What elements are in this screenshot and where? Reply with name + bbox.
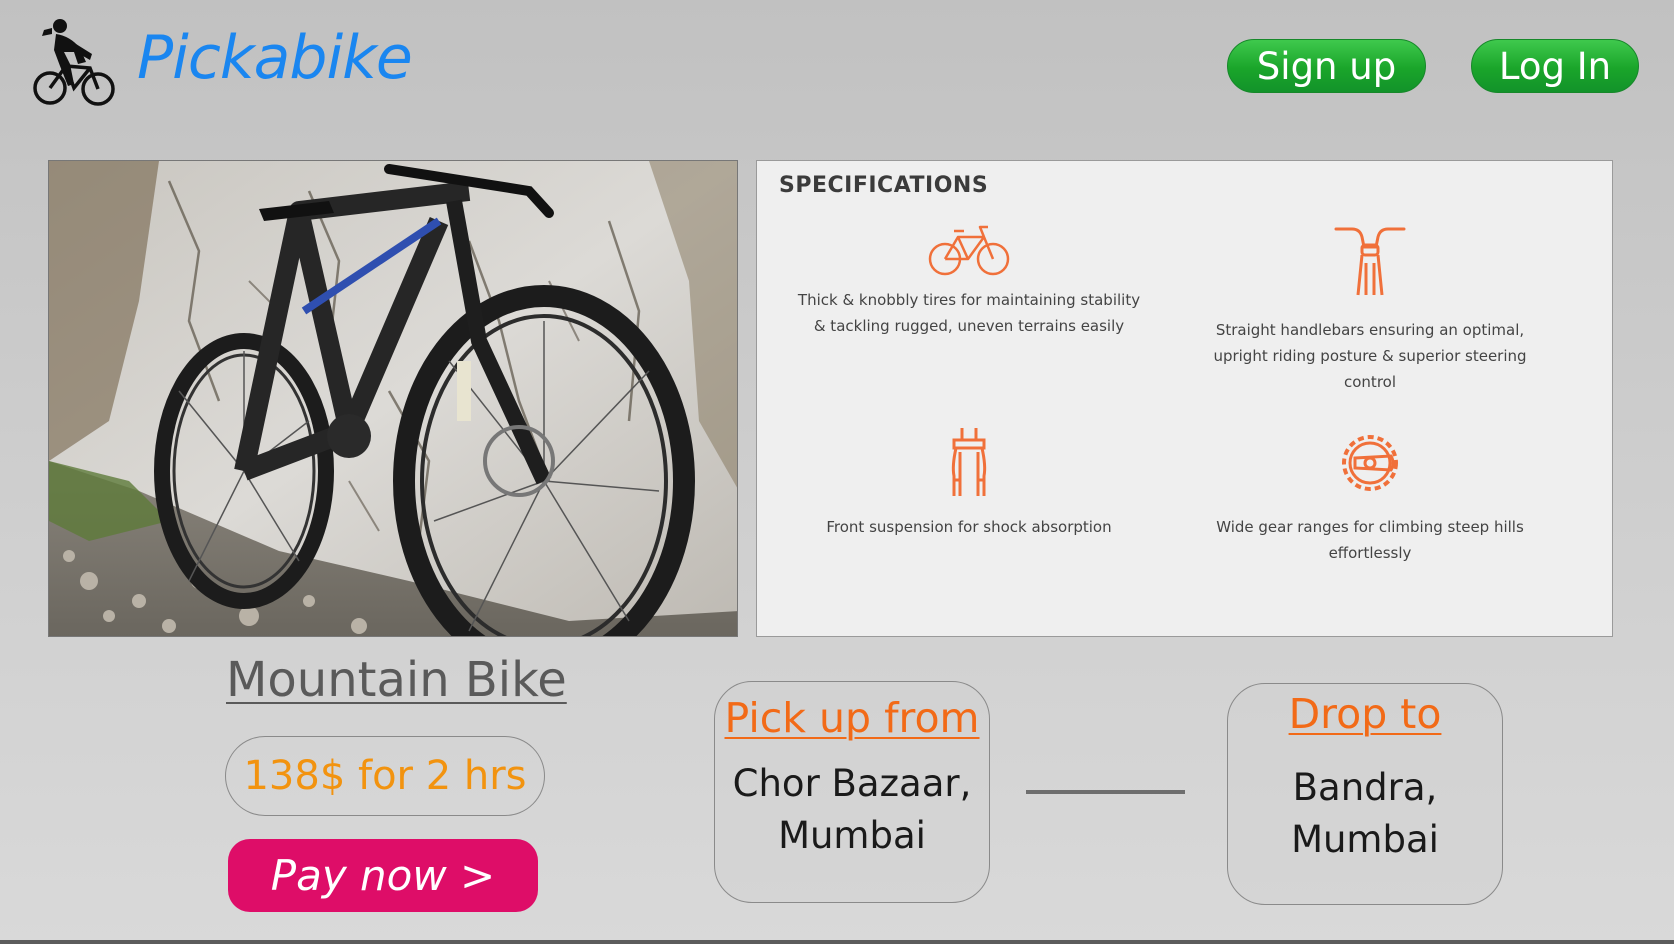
spec-text-handlebars: Straight handlebars ensuring an optimal,…: [1180, 317, 1560, 395]
bike-name-link[interactable]: Mountain Bike: [226, 652, 567, 708]
drop-location: Bandra, Mumbai: [1228, 762, 1502, 866]
suspension-fork-icon: [779, 426, 1159, 500]
sign-up-button[interactable]: Sign up: [1227, 39, 1426, 93]
specifications-panel: SPECIFICATIONS Thick & knobbly tires for…: [756, 160, 1613, 637]
pickup-location: Chor Bazaar, Mumbai: [715, 758, 989, 862]
bicycle-icon: [779, 223, 1159, 279]
spec-text-line: effortlessly: [1328, 544, 1412, 562]
spec-text-line: Front suspension for shock absorption: [826, 518, 1112, 536]
spec-text-line: Straight handlebars ensuring an optimal,: [1215, 321, 1525, 339]
logo-cyclist-icon: [30, 18, 120, 110]
pickup-heading[interactable]: Pick up from: [715, 694, 989, 742]
pay-now-button[interactable]: Pay now >: [228, 839, 538, 912]
brand-name[interactable]: Pickabike: [137, 28, 413, 88]
pickup-location-line2: Mumbai: [778, 814, 926, 857]
spec-text-line: & tackling rugged, uneven terrains easil…: [813, 317, 1125, 335]
spec-text-line: Thick & knobbly tires for maintaining st…: [797, 291, 1141, 309]
mountain-bike-photo: [48, 160, 738, 637]
specifications-title: SPECIFICATIONS: [779, 173, 989, 198]
spec-text-line: upright riding posture & superior steeri…: [1213, 347, 1527, 365]
route-connector-line: [1026, 790, 1185, 794]
spec-text-tires: Thick & knobbly tires for maintaining st…: [779, 287, 1159, 339]
spec-text-line: Wide gear ranges for climbing steep hill…: [1216, 518, 1524, 536]
drop-card[interactable]: Drop to Bandra, Mumbai: [1227, 683, 1503, 905]
spec-text-line: control: [1344, 373, 1396, 391]
spec-item-tires: Thick & knobbly tires for maintaining st…: [779, 223, 1159, 339]
spec-item-suspension: Front suspension for shock absorption: [779, 426, 1159, 540]
price-badge: 138$ for 2 hrs: [225, 736, 545, 816]
bottom-divider: [0, 940, 1674, 944]
gear-icon: [1180, 426, 1560, 500]
drop-location-line2: Mumbai: [1291, 818, 1439, 861]
log-in-button[interactable]: Log In: [1471, 39, 1639, 93]
spec-item-gears: Wide gear ranges for climbing steep hill…: [1180, 426, 1560, 566]
spec-text-suspension: Front suspension for shock absorption: [779, 514, 1159, 540]
drop-location-line1: Bandra,: [1292, 766, 1438, 809]
spec-item-handlebars: Straight handlebars ensuring an optimal,…: [1180, 223, 1560, 395]
spec-text-gears: Wide gear ranges for climbing steep hill…: [1180, 514, 1560, 566]
pickup-card[interactable]: Pick up from Chor Bazaar, Mumbai: [714, 681, 990, 903]
pickup-location-line1: Chor Bazaar,: [732, 762, 972, 805]
handlebar-icon: [1180, 223, 1560, 299]
drop-heading[interactable]: Drop to: [1228, 690, 1502, 738]
